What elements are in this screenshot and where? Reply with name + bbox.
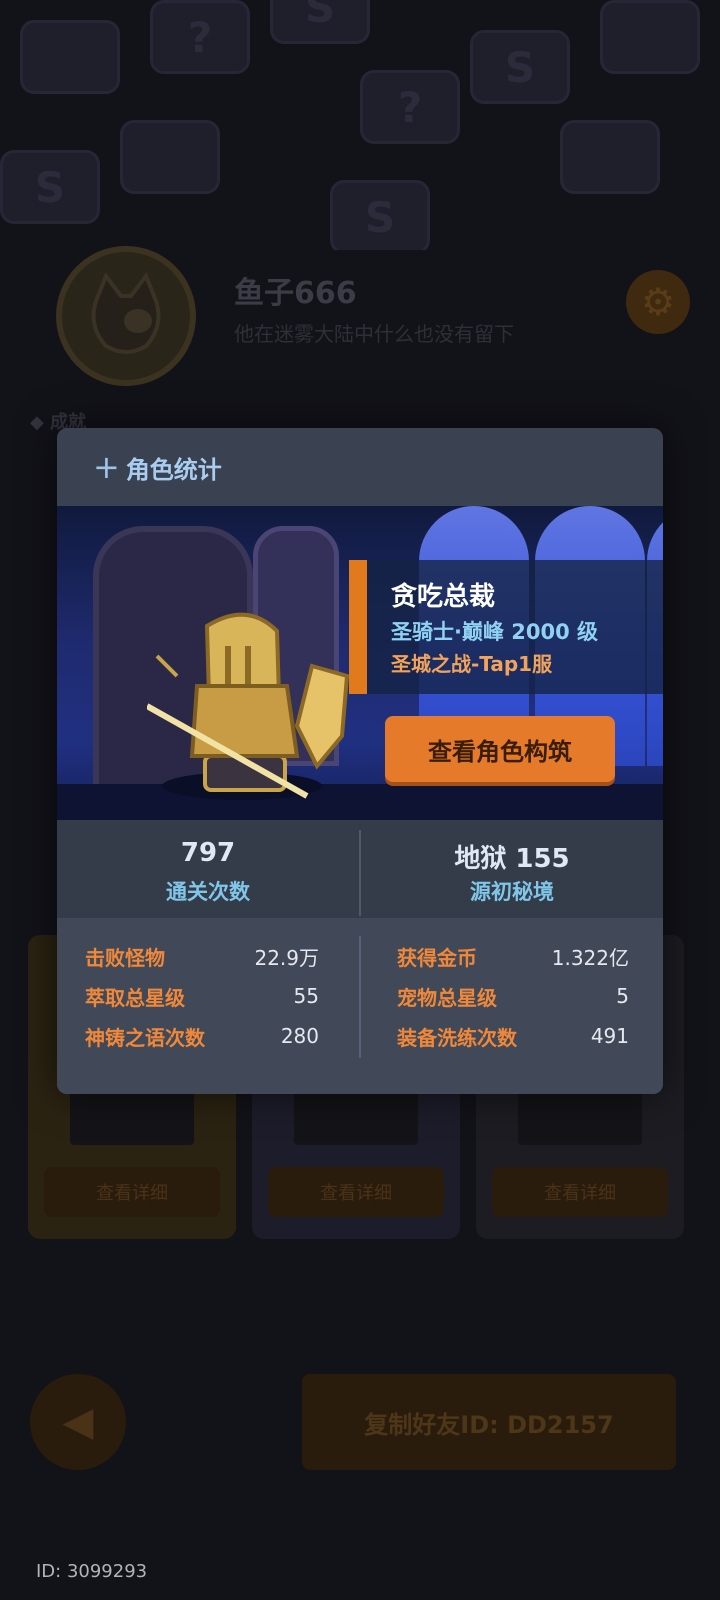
background-pattern: ? S S ? S S — [0, 0, 720, 250]
clear-count-value: 797 — [180, 838, 236, 868]
stat-row: 获得金币 1.322亿 — [397, 938, 629, 974]
diamond-icon: ◆ — [30, 412, 51, 433]
chest-icon — [120, 120, 220, 194]
paladin-character-image — [147, 612, 350, 800]
view-detail-button[interactable]: 查看详细 — [268, 1167, 444, 1217]
stat-label: 神铸之语次数 — [85, 1025, 205, 1050]
chest-icon: ? — [360, 70, 460, 144]
stat-value: 280 — [280, 1024, 319, 1048]
summary-stats: 797 通关次数 地狱 155 源初秘境 — [57, 820, 663, 918]
plus-icon: + — [93, 448, 120, 486]
accent-bar — [349, 560, 367, 694]
character-server: 圣城之战-Tap1服 — [391, 652, 553, 676]
view-detail-button[interactable]: 查看详细 — [44, 1167, 220, 1217]
cat-avatar-icon — [91, 271, 161, 354]
profile-name: 鱼子666 — [234, 276, 357, 311]
divider — [359, 936, 361, 1058]
chest-icon: S — [470, 30, 570, 104]
chest-icon — [600, 0, 700, 74]
profile-bio: 他在迷雾大陆中什么也没有留下 — [234, 322, 514, 346]
card-thumbnail — [294, 1085, 418, 1145]
origin-realm-value: 地狱 155 — [454, 844, 570, 874]
view-detail-button[interactable]: 查看详细 — [492, 1167, 668, 1217]
character-banner: 贪吃总裁 圣骑士·巅峰 2000 级 圣城之战-Tap1服 查看角色构筑 — [57, 506, 663, 820]
stat-row: 神铸之语次数 280 — [85, 1018, 319, 1054]
character-name: 贪吃总裁 — [391, 582, 496, 612]
gear-icon: ⚙ — [640, 280, 676, 324]
stat-label: 获得金币 — [397, 945, 477, 970]
clear-count-label: 通关次数 — [166, 880, 250, 904]
stat-label: 击败怪物 — [85, 945, 165, 970]
triangle-left-icon: ◀ — [62, 1399, 94, 1445]
stat-label: 萃取总星级 — [85, 985, 185, 1010]
stat-value: 55 — [293, 984, 319, 1008]
copy-friend-id-button[interactable]: 复制好友ID: DD2157 — [302, 1374, 676, 1470]
stat-label: 装备洗练次数 — [397, 1025, 517, 1050]
stat-row: 萃取总星级 55 — [85, 978, 319, 1014]
chest-icon — [20, 20, 120, 94]
detailed-stats: 击败怪物 22.9万 萃取总星级 55 神铸之语次数 280 获得金币 1.32… — [57, 918, 663, 1094]
chest-icon: S — [270, 0, 370, 44]
back-button[interactable]: ◀ — [30, 1374, 126, 1470]
chest-icon: S — [0, 150, 100, 224]
view-build-button[interactable]: 查看角色构筑 — [385, 716, 615, 782]
modal-title: 角色统计 — [125, 455, 222, 484]
stat-row: 宠物总星级 5 — [397, 978, 629, 1014]
avatar[interactable] — [56, 246, 196, 386]
stat-value: 5 — [616, 984, 629, 1008]
modal-header: + 角色统计 — [57, 428, 663, 506]
stat-label: 宠物总星级 — [397, 985, 497, 1010]
stat-value: 22.9万 — [254, 945, 319, 970]
settings-button[interactable]: ⚙ — [626, 270, 690, 334]
character-stats-modal: + 角色统计 贪吃总裁 圣骑士·巅峰 2000 级 圣城之战-Tap1服 查看角… — [57, 428, 663, 1094]
character-class-level: 圣骑士·巅峰 2000 级 — [391, 620, 599, 644]
origin-realm-label: 源初秘境 — [470, 880, 554, 904]
stat-row: 击败怪物 22.9万 — [85, 938, 319, 974]
player-id: ID: 3099293 — [36, 1561, 148, 1582]
stat-value: 491 — [590, 1024, 629, 1048]
chest-icon — [560, 120, 660, 194]
stat-row: 装备洗练次数 491 — [397, 1018, 629, 1054]
chest-icon: ? — [150, 0, 250, 74]
card-thumbnail — [518, 1085, 642, 1145]
chest-icon: S — [330, 180, 430, 250]
card-thumbnail — [70, 1085, 194, 1145]
stat-value: 1.322亿 — [551, 945, 629, 970]
